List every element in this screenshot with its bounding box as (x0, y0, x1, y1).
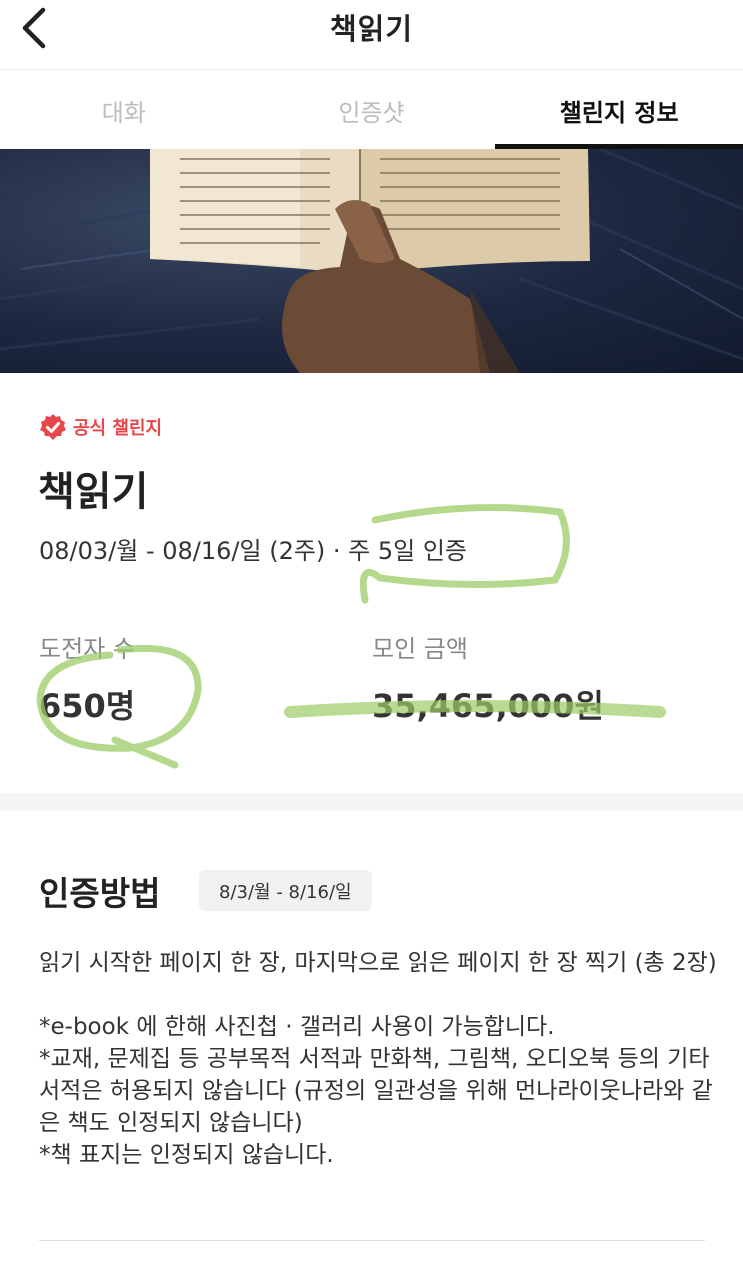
top-app-bar: 책읽기 (0, 0, 743, 70)
method-description: 읽기 시작한 페이지 한 장, 마지막으로 읽은 페이지 한 장 찍기 (총 2… (39, 947, 719, 1171)
tab-proof-shots[interactable]: 인증샷 (248, 71, 496, 149)
challenge-summary: 공식 챌린지 책읽기 08/03/월 - 08/16/일 (2주) · 주 5일… (0, 373, 743, 793)
method-date-chip: 8/3/월 - 8/16/일 (199, 870, 372, 911)
amount-value: 35,465,000원 (372, 687, 604, 725)
method-instruction: 읽기 시작한 페이지 한 장, 마지막으로 읽은 페이지 한 장 찍기 (총 2… (39, 950, 717, 976)
method-note-ebook: *e-book 에 한해 사진첩 · 갤러리 사용이 가능합니다. (39, 1014, 555, 1040)
section-divider (0, 793, 743, 811)
page-title: 책읽기 (329, 12, 414, 46)
book-photo-illustration (0, 149, 743, 373)
official-badge-label: 공식 챌린지 (73, 418, 163, 439)
participants-label: 도전자 수 (39, 635, 135, 663)
tab-bar: 대화 인증샷 챌린지 정보 (0, 71, 743, 149)
participants-value: 650명 (39, 687, 136, 725)
tab-challenge-info[interactable]: 챌린지 정보 (495, 71, 743, 149)
challenge-info-screen: 책읽기 대화 인증샷 챌린지 정보 공식 챌린지 책읽기 08/03/월 - 0… (0, 0, 743, 1266)
official-challenge-badge: 공식 챌린지 (39, 413, 162, 441)
verified-check-icon (40, 414, 66, 440)
amount-label: 모인 금액 (372, 635, 468, 663)
method-note-excluded-books: *교재, 문제집 등 공부목적 서적과 만화책, 그림책, 오디오북 등의 기타… (39, 1046, 713, 1136)
challenge-period: 08/03/월 - 08/16/일 (2주) · 주 5일 인증 (39, 537, 468, 565)
verification-method-section: 인증방법 8/3/월 - 8/16/일 읽기 시작한 페이지 한 장, 마지막으… (0, 811, 743, 1266)
hero-image (0, 149, 743, 373)
challenge-title: 책읽기 (38, 469, 149, 515)
bottom-divider (39, 1240, 705, 1241)
method-note-cover: *책 표지는 인정되지 않습니다. (39, 1142, 334, 1168)
tab-chat[interactable]: 대화 (0, 71, 248, 149)
method-title: 인증방법 (39, 874, 161, 913)
